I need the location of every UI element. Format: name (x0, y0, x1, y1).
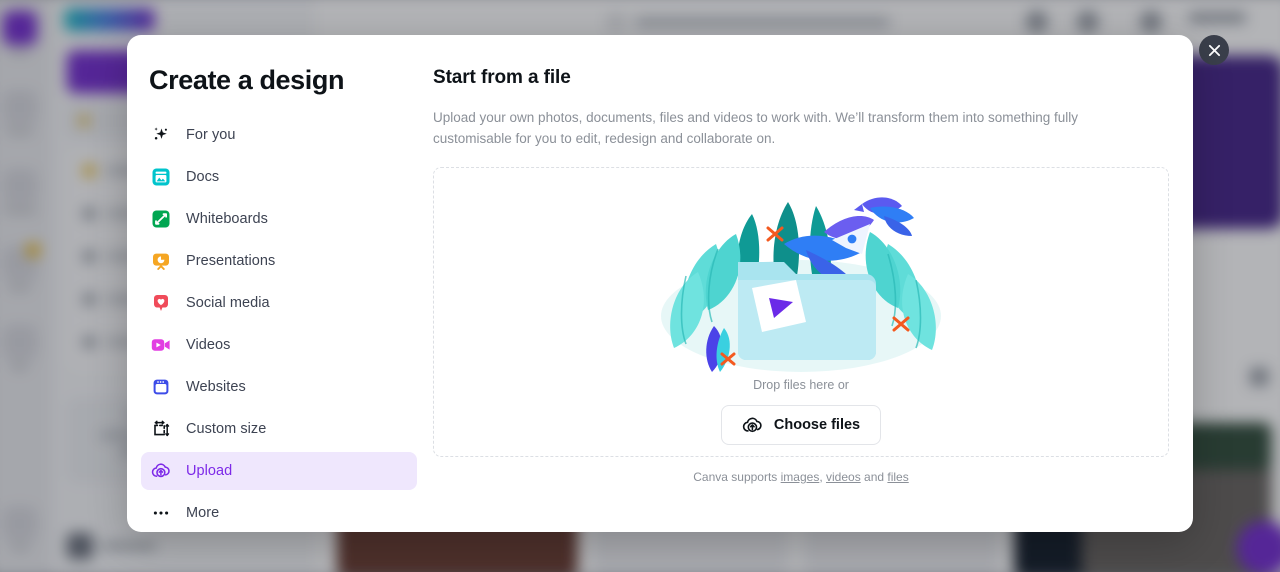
heart-pin-icon (151, 293, 171, 313)
files-link[interactable]: files (887, 470, 908, 484)
folder-with-leaves-and-bird-illustration (661, 197, 941, 372)
presentation-icon (151, 251, 171, 271)
menu-item-custom-size[interactable]: Custom size (141, 410, 417, 448)
menu-item-for-you[interactable]: For you (141, 116, 417, 154)
close-button[interactable] (1199, 35, 1229, 65)
whiteboard-icon (151, 209, 171, 229)
menu-item-whiteboards[interactable]: Whiteboards (141, 200, 417, 238)
panel-description: Upload your own photos, documents, files… (433, 110, 1079, 146)
video-icon (151, 335, 171, 355)
menu-item-label: Presentations (186, 253, 276, 269)
supports-sep: , (819, 470, 826, 484)
menu-item-label: Custom size (186, 421, 267, 437)
menu-item-label: Whiteboards (186, 211, 268, 227)
menu-item-websites[interactable]: Websites (141, 368, 417, 406)
menu-item-label: Docs (186, 169, 220, 185)
more-dots-icon (151, 503, 171, 523)
menu-item-presentations[interactable]: Presentations (141, 242, 417, 280)
upload-cloud-icon (151, 461, 171, 481)
website-icon (151, 377, 171, 397)
menu-item-upload[interactable]: Upload (141, 452, 417, 490)
menu-item-social-media[interactable]: Social media (141, 284, 417, 322)
design-type-menu: For you Docs Whiteboards Presentations S… (127, 116, 433, 532)
choose-files-button[interactable]: Choose files (720, 405, 882, 445)
menu-item-label: Websites (186, 379, 246, 395)
upload-cloud-icon (742, 415, 763, 436)
menu-item-label: Social media (186, 295, 270, 311)
menu-item-videos[interactable]: Videos (141, 326, 417, 364)
choose-files-label: Choose files (773, 417, 861, 433)
menu-item-label: Upload (186, 463, 233, 479)
supports-prefix: Canva supports (693, 470, 781, 484)
modal-title: Create a design (149, 65, 345, 95)
menu-item-docs[interactable]: Docs (141, 158, 417, 196)
menu-item-more[interactable]: More (141, 494, 417, 532)
menu-item-label: Videos (186, 337, 231, 353)
supported-formats-note: Canva supports images, videos and files (433, 470, 1169, 484)
videos-link[interactable]: videos (826, 470, 861, 484)
modal-sidebar: Create a design For you Docs Whiteboards… (127, 35, 433, 532)
drop-hint-text: Drop files here or (753, 378, 849, 392)
menu-item-label: More (186, 505, 220, 521)
menu-item-label: For you (186, 127, 236, 143)
modal-panel: Start from a file Upload your own photos… (433, 35, 1193, 532)
create-a-design-modal: Create a design For you Docs Whiteboards… (127, 35, 1193, 532)
file-dropzone[interactable]: Drop files here or Choose files (433, 167, 1169, 457)
supports-sep: and (860, 470, 888, 484)
docs-icon (151, 167, 171, 187)
custom-size-icon (151, 419, 171, 439)
images-link[interactable]: images (781, 470, 820, 484)
close-icon (1208, 44, 1220, 56)
sparkle-icon (151, 125, 171, 145)
panel-heading: Start from a file (433, 67, 571, 88)
